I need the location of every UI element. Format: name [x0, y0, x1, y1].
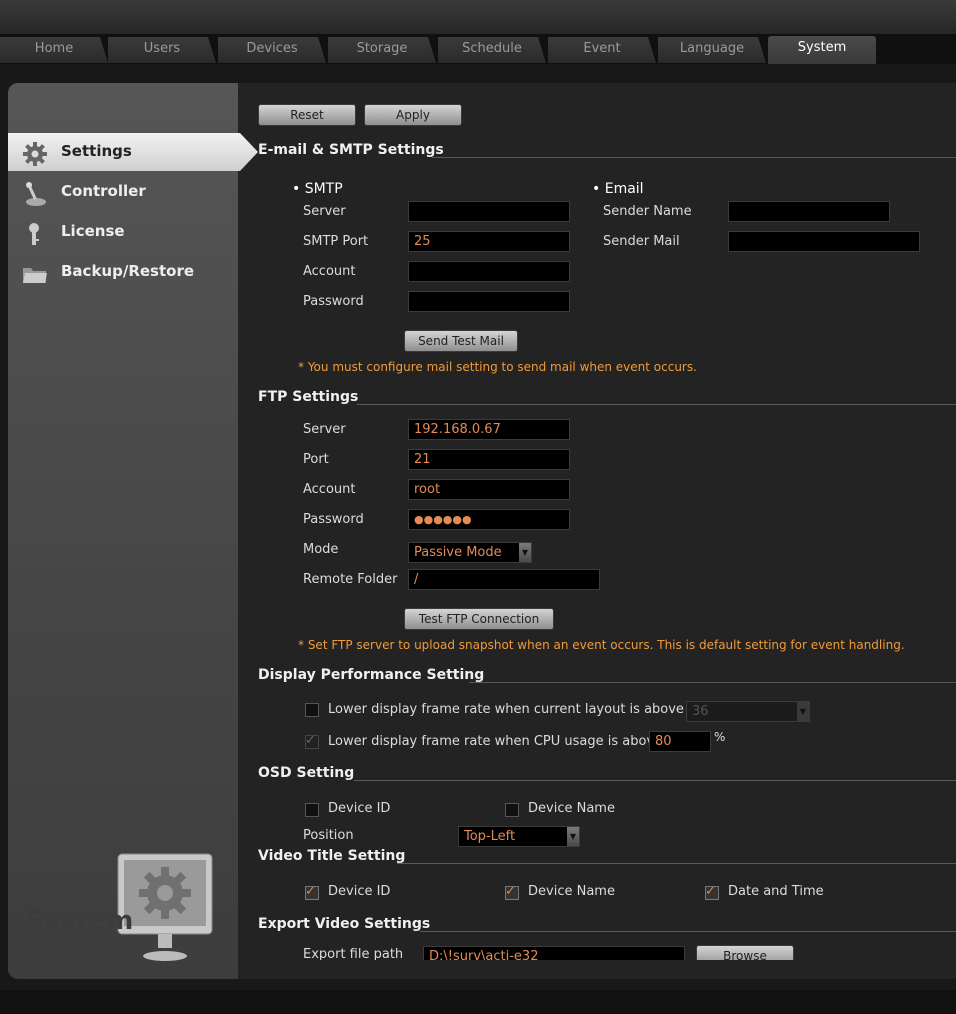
- sender-name-label: Sender Name: [603, 204, 692, 219]
- checkmark-icon: ✓: [305, 733, 316, 748]
- title-date-time-checkbox[interactable]: ✓: [705, 884, 719, 900]
- sidebar-item-label: Backup/Restore: [61, 262, 195, 280]
- sidebar-item-license[interactable]: License: [8, 213, 238, 251]
- smtp-heading: • SMTP: [292, 181, 343, 197]
- layout-threshold-select[interactable]: 36 ▼: [686, 701, 810, 722]
- smtp-port-label: SMTP Port: [303, 234, 369, 249]
- smtp-server-label: Server: [303, 204, 346, 219]
- chevron-down-icon: ▼: [567, 827, 579, 846]
- test-ftp-connection-button[interactable]: Test FTP Connection: [404, 608, 554, 630]
- divider: [469, 682, 956, 683]
- sidebar-item-settings[interactable]: Settings: [8, 133, 258, 171]
- ftp-port-field[interactable]: 21: [408, 449, 570, 470]
- ftp-password-field[interactable]: ●●●●●●: [408, 509, 570, 530]
- osd-device-id-checkbox[interactable]: [305, 803, 319, 817]
- export-row-clip: Export file path D:\!surv\acti-e32 Brows…: [238, 944, 956, 960]
- checkmark-icon: ✓: [305, 884, 316, 899]
- key-icon: [22, 221, 48, 245]
- cpu-threshold-field[interactable]: 80: [649, 731, 711, 752]
- chevron-down-icon: ▼: [519, 543, 531, 562]
- osd-device-name-label: Device Name: [528, 801, 615, 816]
- display-section-title: Display Performance Setting: [258, 667, 485, 683]
- osd-device-id-label: Device ID: [328, 801, 391, 816]
- layout-threshold-label: Lower display frame rate when current la…: [328, 702, 684, 717]
- tab-home[interactable]: Home: [0, 37, 108, 63]
- ftp-server-field[interactable]: 192.168.0.67: [408, 419, 570, 440]
- osd-position-select[interactable]: Top-Left ▼: [458, 826, 580, 847]
- sender-mail-field[interactable]: [728, 231, 920, 252]
- ftp-password-label: Password: [303, 512, 364, 527]
- divider: [357, 404, 956, 405]
- title-date-time-label: Date and Time: [728, 884, 824, 899]
- tab-devices[interactable]: Devices: [218, 37, 326, 63]
- title-bar: [0, 0, 956, 34]
- smtp-account-label: Account: [303, 264, 356, 279]
- layout-threshold-checkbox[interactable]: [305, 703, 319, 717]
- sidebar-item-label: Settings: [61, 142, 132, 160]
- sidebar-item-controller[interactable]: Controller: [8, 173, 238, 211]
- smtp-port-field[interactable]: 25: [408, 231, 570, 252]
- sidebar-item-backup-restore[interactable]: Backup/Restore: [8, 253, 238, 291]
- sidebar-item-label: Controller: [61, 182, 146, 200]
- ftp-mode-select[interactable]: Passive Mode ▼: [408, 542, 532, 563]
- tab-storage[interactable]: Storage: [328, 37, 436, 63]
- export-path-field[interactable]: D:\!surv\acti-e32: [423, 946, 685, 960]
- smtp-password-label: Password: [303, 294, 364, 309]
- title-device-id-checkbox[interactable]: ✓: [305, 884, 319, 900]
- ftp-port-label: Port: [303, 452, 329, 467]
- title-device-name-label: Device Name: [528, 884, 615, 899]
- apply-button[interactable]: Apply: [364, 104, 462, 126]
- divider: [420, 931, 956, 932]
- email-heading: • Email: [592, 181, 644, 197]
- divider: [397, 863, 956, 864]
- email-section-title: E-mail & SMTP Settings: [258, 142, 444, 158]
- browse-button[interactable]: Browse: [696, 945, 794, 960]
- ftp-folder-field[interactable]: /: [408, 569, 600, 590]
- checkmark-icon: ✓: [505, 884, 516, 899]
- smtp-server-field[interactable]: [408, 201, 570, 222]
- sender-mail-label: Sender Mail: [603, 234, 680, 249]
- chevron-down-icon: ▼: [797, 702, 809, 721]
- tab-system[interactable]: System: [768, 36, 876, 64]
- tab-event[interactable]: Event: [548, 37, 656, 63]
- sender-name-field[interactable]: [728, 201, 890, 222]
- email-note: * You must configure mail setting to sen…: [298, 360, 697, 374]
- smtp-password-field[interactable]: [408, 291, 570, 312]
- divider: [354, 780, 956, 781]
- folder-icon: [22, 261, 48, 285]
- osd-position-label: Position: [303, 828, 354, 843]
- gear-icon: [22, 141, 48, 165]
- ftp-folder-label: Remote Folder: [303, 572, 398, 587]
- smtp-account-field[interactable]: [408, 261, 570, 282]
- export-path-label: Export file path: [303, 947, 404, 960]
- cpu-threshold-checkbox[interactable]: ✓: [305, 733, 319, 749]
- export-section-title: Export Video Settings: [258, 916, 431, 932]
- cpu-unit-label: %: [714, 730, 726, 744]
- divider: [432, 157, 956, 158]
- sidebar-item-label: License: [61, 222, 125, 240]
- status-bar: [0, 990, 956, 1014]
- tab-language[interactable]: Language: [658, 37, 766, 63]
- joystick-icon: [22, 181, 48, 206]
- title-device-id-label: Device ID: [328, 884, 391, 899]
- osd-device-name-checkbox[interactable]: [505, 803, 519, 817]
- send-test-mail-button[interactable]: Send Test Mail: [404, 330, 518, 352]
- reset-button[interactable]: Reset: [258, 104, 356, 126]
- title-device-name-checkbox[interactable]: ✓: [505, 884, 519, 900]
- video-title-section-title: Video Title Setting: [258, 848, 406, 864]
- checkmark-icon: ✓: [705, 884, 716, 899]
- ftp-mode-label: Mode: [303, 542, 339, 557]
- osd-section-title: OSD Setting: [258, 765, 355, 781]
- sidebar-badge-label: System: [25, 906, 134, 936]
- ftp-section-title: FTP Settings: [258, 389, 359, 405]
- ftp-account-field[interactable]: root: [408, 479, 570, 500]
- tab-users[interactable]: Users: [108, 37, 216, 63]
- cpu-threshold-label: Lower display frame rate when CPU usage …: [328, 734, 663, 749]
- tab-schedule[interactable]: Schedule: [438, 37, 546, 63]
- ftp-note: * Set FTP server to upload snapshot when…: [298, 638, 905, 652]
- ftp-account-label: Account: [303, 482, 356, 497]
- ftp-server-label: Server: [303, 422, 346, 437]
